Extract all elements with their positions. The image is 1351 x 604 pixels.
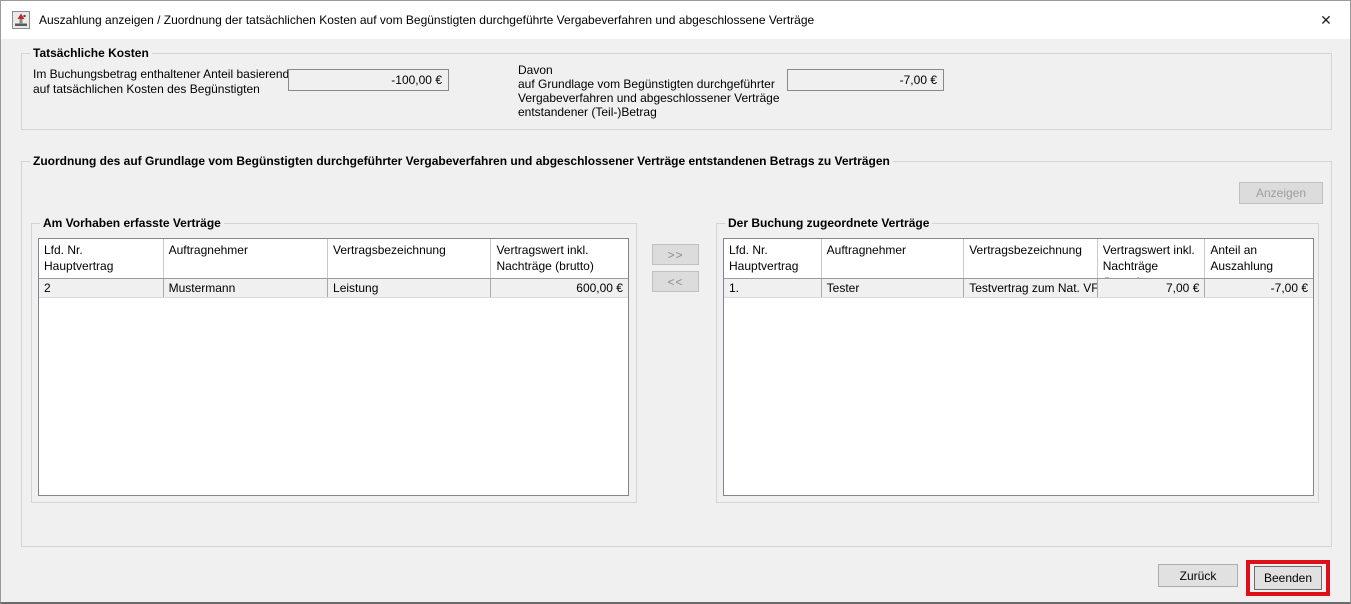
table-cell: -7,00 € — [1205, 279, 1313, 297]
procurement-share-field[interactable]: -7,00 € — [787, 69, 944, 91]
finish-button[interactable]: Beenden — [1254, 566, 1322, 590]
group-assignment-title: Zuordnung des auf Grundlage vom Begünsti… — [30, 154, 893, 168]
group-actual-costs: Tatsächliche Kosten Im Buchungsbetrag en… — [21, 53, 1332, 130]
show-button[interactable]: Anzeigen — [1239, 182, 1323, 204]
group-assigned-contracts-title: Der Buchung zugeordnete Verträge — [725, 216, 932, 230]
table-cell: 7,00 € — [1098, 279, 1206, 297]
table-cell: Leistung — [328, 279, 491, 297]
title-bar: Auszahlung anzeigen / Zuordnung der tats… — [1, 1, 1350, 39]
header-cell: Lfd. Nr. Hauptvertrag — [724, 239, 822, 278]
header-cell: Vertragsbezeichnung — [964, 239, 1098, 278]
group-available-contracts: Am Vorhaben erfasste Verträge Lfd. Nr. H… — [31, 223, 637, 503]
assigned-contracts-table: Lfd. Nr. Hauptvertrag Auftragnehmer Vert… — [723, 238, 1314, 496]
table-row[interactable]: 1. Tester Testvertrag zum Nat. VF 7,00 €… — [724, 279, 1313, 298]
header-cell: Vertragswert inkl. Nachträge (brutto) — [491, 239, 628, 278]
table-cell: 1. — [724, 279, 822, 297]
group-actual-costs-title: Tatsächliche Kosten — [30, 46, 152, 60]
table-cell: Mustermann — [164, 279, 328, 297]
header-cell: Vertragsbezeichnung — [328, 239, 491, 278]
dialog-window: Auszahlung anzeigen / Zuordnung der tats… — [0, 0, 1351, 604]
app-icon — [12, 11, 30, 29]
table-row[interactable]: 2 Mustermann Leistung 600,00 € — [39, 279, 628, 298]
booking-share-field[interactable]: -100,00 € — [288, 69, 449, 91]
available-contracts-table: Lfd. Nr. Hauptvertrag Auftragnehmer Vert… — [38, 238, 629, 496]
table-cell: 2 — [39, 279, 164, 297]
group-available-contracts-title: Am Vorhaben erfasste Verträge — [40, 216, 224, 230]
group-assigned-contracts: Der Buchung zugeordnete Verträge Lfd. Nr… — [716, 223, 1319, 503]
table-header-row: Lfd. Nr. Hauptvertrag Auftragnehmer Vert… — [724, 239, 1313, 279]
procurement-share-label: Davon auf Grundlage vom Begünstigten dur… — [518, 63, 780, 119]
header-cell: Auftragnehmer — [164, 239, 328, 278]
window-title: Auszahlung anzeigen / Zuordnung der tats… — [39, 13, 814, 27]
table-header-row: Lfd. Nr. Hauptvertrag Auftragnehmer Vert… — [39, 239, 628, 279]
table-cell: 600,00 € — [491, 279, 628, 297]
header-cell: Auftragnehmer — [822, 239, 965, 278]
group-assignment: Zuordnung des auf Grundlage vom Begünsti… — [21, 161, 1332, 547]
header-cell: Anteil an Auszahlung — [1205, 239, 1313, 278]
header-cell: Lfd. Nr. Hauptvertrag — [39, 239, 164, 278]
close-button[interactable]: ✕ — [1314, 9, 1338, 31]
move-to-assigned-button[interactable]: >> — [652, 244, 699, 265]
table-cell: Tester — [822, 279, 965, 297]
move-to-available-button[interactable]: << — [652, 271, 699, 292]
back-button[interactable]: Zurück — [1158, 564, 1238, 587]
table-cell: Testvertrag zum Nat. VF — [964, 279, 1098, 297]
header-cell: Vertragswert inkl. Nachträge (brutto) — [1098, 239, 1206, 278]
booking-share-label: Im Buchungsbetrag enthaltener Anteil bas… — [33, 67, 289, 97]
